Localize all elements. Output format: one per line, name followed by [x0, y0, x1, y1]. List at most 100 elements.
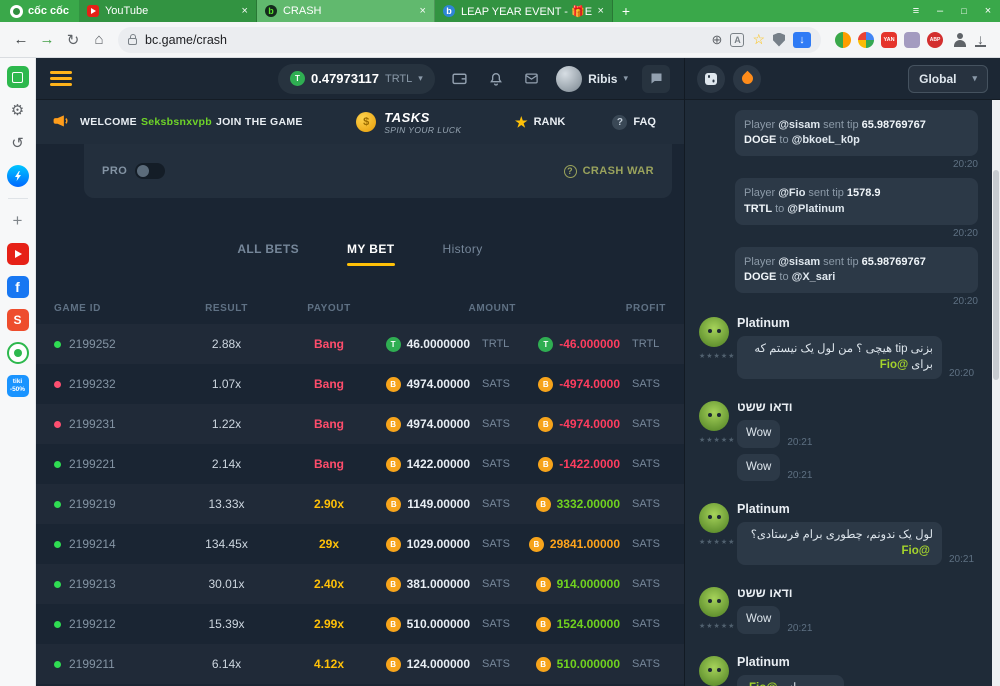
mention[interactable]: @Fio	[778, 187, 805, 199]
youtube-shortcut-icon[interactable]	[7, 243, 29, 265]
chat-username[interactable]: Platinum	[737, 502, 978, 516]
mention[interactable]: @Fio	[902, 545, 930, 557]
bookmark-star-icon[interactable]	[752, 31, 765, 48]
home-button[interactable]	[86, 27, 112, 53]
mention[interactable]: @sisam	[778, 119, 820, 131]
user-profile[interactable]: Ribis	[556, 66, 628, 92]
tab-youtube[interactable]: YouTube	[79, 0, 257, 22]
address-bar[interactable]: bc.game/crash	[118, 27, 821, 53]
tab-crash[interactable]: CRASH	[257, 0, 435, 22]
scrollbar[interactable]	[992, 100, 1000, 686]
avatar[interactable]	[699, 503, 729, 533]
wallet-icon[interactable]	[447, 66, 473, 92]
messenger-icon[interactable]	[7, 165, 29, 187]
pro-toggle[interactable]	[135, 163, 165, 179]
tab-my-bet[interactable]: MY BET	[347, 242, 395, 266]
mention[interactable]: @Fio	[880, 359, 908, 371]
table-row[interactable]: 2199221 2.14x Bang 1422.00000SATS -1422.…	[36, 444, 684, 484]
mention[interactable]: @Platinum	[787, 203, 844, 215]
timestamp: 20:21	[787, 623, 812, 634]
tiki-shortcut-icon[interactable]: tiki -50%	[7, 375, 29, 397]
coccoc-brand[interactable]: cốc cốc	[0, 0, 79, 22]
mention[interactable]: @X_sari	[792, 271, 836, 283]
close-tab-icon[interactable]	[242, 5, 248, 17]
close-button[interactable]	[976, 0, 1000, 22]
downloader-icon[interactable]	[793, 32, 811, 48]
forward-button[interactable]	[34, 27, 60, 53]
translate-icon[interactable]	[730, 33, 744, 47]
add-shortcut-icon[interactable]	[7, 210, 29, 232]
chat-username[interactable]: Platinum	[737, 316, 978, 330]
chat-bubble: مرسی بازم@Fio	[737, 675, 844, 686]
maximize-button[interactable]	[952, 0, 976, 22]
tab-all-bets[interactable]: ALL BETS	[237, 242, 299, 266]
zoom-icon[interactable]	[712, 32, 723, 48]
flame-icon[interactable]	[733, 65, 761, 93]
status-dot	[54, 421, 61, 428]
table-row[interactable]: 2199214 134.45x 29x 1029.00000SATS 29841…	[36, 524, 684, 564]
table-row[interactable]: 2199219 13.33x 2.90x 1149.00000SATS 3332…	[36, 484, 684, 524]
chat-message: Platinum مرسی بازم@Fio 20:21	[699, 654, 978, 686]
speed-dial-icon[interactable]	[7, 66, 29, 88]
close-tab-icon[interactable]	[420, 5, 426, 17]
extension-icon-yan[interactable]: YAN	[881, 32, 897, 48]
extension-icon-4[interactable]	[904, 32, 920, 48]
tab-leap-year-event[interactable]: LEAP YEAR EVENT - 🎁Event 🎁	[435, 0, 613, 22]
chat-toggle-button[interactable]	[642, 65, 670, 93]
avatar[interactable]	[699, 656, 729, 686]
extension-icon-1[interactable]	[835, 32, 851, 48]
bell-icon[interactable]	[483, 66, 509, 92]
tasks-subtitle: SPIN YOUR LUCK	[384, 125, 461, 135]
profile-icon[interactable]	[951, 31, 969, 49]
tasks-link[interactable]: TASKS SPIN YOUR LUCK	[356, 110, 461, 135]
coccoc-shortcut-icon[interactable]	[7, 342, 29, 364]
table-row[interactable]: 2199211 6.14x 4.12x 124.000000SATS 510.0…	[36, 644, 684, 684]
back-button[interactable]	[8, 27, 34, 53]
minimize-button[interactable]	[928, 0, 952, 22]
mention[interactable]: @Fio	[749, 682, 777, 686]
avatar[interactable]	[699, 587, 729, 617]
header-icons	[447, 66, 545, 92]
avatar[interactable]	[699, 317, 729, 347]
mention[interactable]: @sisam	[778, 256, 820, 268]
table-row[interactable]: 2199231 1.22x Bang 4974.00000SATS -4974.…	[36, 404, 684, 444]
url-text[interactable]: bc.game/crash	[145, 33, 704, 47]
adblock-icon[interactable]: ABP	[927, 32, 943, 48]
chat-bubble: لول یک ندونم، چطوری برام فرستادی؟@Fio	[737, 522, 942, 565]
chat-username[interactable]: Platinum	[737, 655, 978, 669]
event-icon	[443, 5, 455, 17]
shopee-shortcut-icon[interactable]	[7, 309, 29, 331]
facebook-shortcut-icon[interactable]	[7, 276, 29, 298]
chat-username[interactable]: ודאו ששט	[737, 586, 978, 600]
tab-history[interactable]: History	[443, 242, 483, 266]
table-row[interactable]: 2199213 30.01x 2.40x 381.000000SATS 914.…	[36, 564, 684, 604]
table-row[interactable]: 2199212 15.39x 2.99x 510.000000SATS 1524…	[36, 604, 684, 644]
table-row[interactable]: 2199232 1.07x Bang 4974.00000SATS -4974.…	[36, 364, 684, 404]
shield-icon[interactable]	[773, 33, 785, 47]
chat-room-selector[interactable]: Global	[908, 65, 988, 93]
crash-war-link[interactable]: CRASH WAR	[564, 165, 654, 178]
mail-icon[interactable]	[519, 66, 545, 92]
chat-message: Platinum بزنی tip هیچی ؟ من لول یک نیستم…	[699, 315, 978, 385]
balance-selector[interactable]: 0.47973117 TRTL	[278, 64, 435, 94]
scrollbar-thumb[interactable]	[993, 170, 999, 380]
reload-button[interactable]	[60, 27, 86, 53]
downloads-tray-icon[interactable]	[975, 33, 986, 47]
chat-username[interactable]: ודאו ששט	[737, 400, 978, 414]
gear-icon[interactable]	[7, 99, 29, 121]
status-dot	[54, 661, 61, 668]
hamburger-menu-icon[interactable]	[50, 71, 72, 86]
avatar[interactable]	[699, 401, 729, 431]
close-tab-icon[interactable]	[598, 5, 604, 17]
history-icon[interactable]	[7, 132, 29, 154]
rank-link[interactable]: RANK	[515, 114, 565, 131]
dice-icon[interactable]	[697, 65, 725, 93]
new-tab-button[interactable]	[613, 0, 639, 22]
table-row[interactable]: 2199252 2.88x Bang 46.0000000TRTL -46.00…	[36, 324, 684, 364]
window-menu-icon[interactable]	[904, 0, 928, 22]
browser-titlebar: cốc cốc YouTube CRASH LEAP YEAR EVENT - …	[0, 0, 1000, 22]
faq-link[interactable]: FAQ	[612, 115, 656, 130]
extension-icon-2[interactable]	[858, 32, 874, 48]
crash-war-icon	[564, 165, 577, 178]
mention[interactable]: @bkoeL_k0p	[792, 134, 860, 146]
